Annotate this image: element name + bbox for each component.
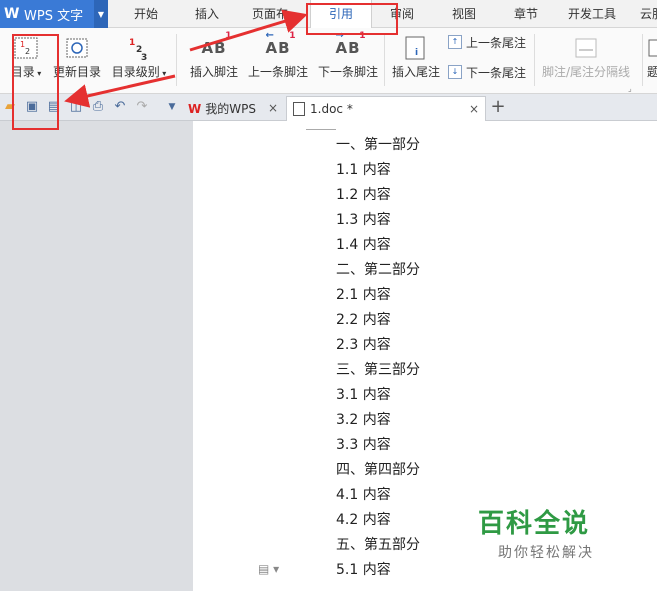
annotation-arrows	[64, 9, 308, 108]
arrow-to-toc	[64, 74, 176, 108]
arrow-to-references	[189, 9, 308, 52]
